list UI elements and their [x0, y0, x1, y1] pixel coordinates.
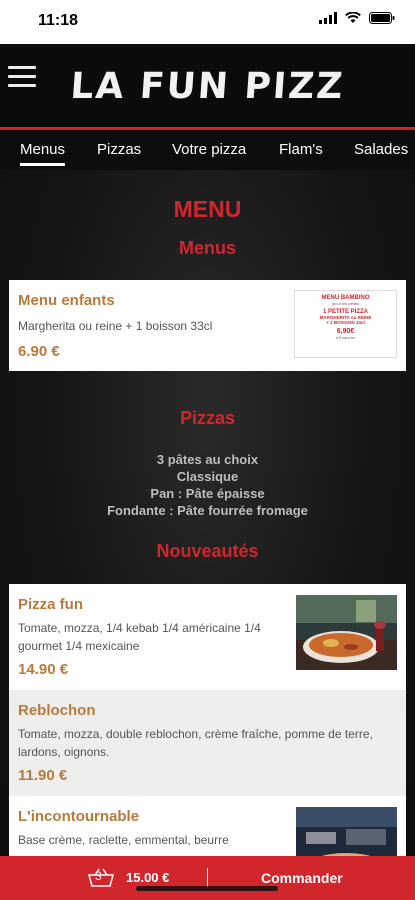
- tab-menus[interactable]: Menus: [20, 141, 66, 166]
- info-line: Pan : Pâte épaisse: [150, 486, 265, 501]
- product-price: 11.90 €: [18, 767, 68, 784]
- tab-votre-pizza[interactable]: Votre pizza: [172, 141, 246, 158]
- cart-total: 15.00 €: [126, 870, 170, 885]
- product-description: Tomate, mozza, double reblochon, crème f…: [18, 727, 373, 759]
- info-line: Fondante : Pâte fourrée fromage: [107, 503, 308, 518]
- category-tabs: Menus Pizzas Votre pizza Flam's Salades: [0, 130, 415, 170]
- page-title: MENU: [173, 196, 242, 222]
- product-card[interactable]: Menu enfants Margherita ou reine + 1 boi…: [9, 280, 406, 371]
- bar-divider: [207, 868, 208, 888]
- order-button[interactable]: Commander: [261, 870, 343, 886]
- info-line: 3 pâtes au choix: [156, 452, 259, 467]
- product-price: 6.90 €: [18, 343, 60, 360]
- tab-pizzas[interactable]: Pizzas: [97, 141, 141, 158]
- tab-salades[interactable]: Salades: [354, 141, 408, 158]
- pizza-info: 3 pâtes au choix Classique Pan : Pâte ép…: [0, 451, 415, 519]
- product-name: L'incontournable: [18, 808, 140, 825]
- product-image-pizza-fun: [296, 595, 397, 670]
- status-icons: [319, 12, 395, 24]
- product-price: 14.90 €: [18, 661, 69, 678]
- product-image-menu-bambino: MENU BAMBINO (pour les petits) 1 PETITE …: [294, 290, 397, 358]
- section-title-nouveautes: Nouveautés: [156, 541, 259, 561]
- product-name: Pizza fun: [18, 596, 84, 613]
- tab-flams[interactable]: Flam's: [279, 141, 323, 158]
- status-bar: 11:18: [0, 0, 415, 44]
- battery-icon: [369, 12, 395, 24]
- section-title-pizzas: Pizzas: [179, 408, 236, 428]
- product-description: Base crème, raclette, emmental, beurre: [18, 833, 229, 847]
- product-name: Menu enfants: [18, 292, 115, 309]
- wifi-icon: [345, 12, 361, 23]
- product-image-incontournable: [296, 807, 397, 856]
- product-description: Tomate, mozza, 1/4 kebab 1/4 américaine …: [18, 621, 261, 653]
- product-name: Reblochon: [18, 702, 96, 719]
- section-title-menus: Menus: [178, 238, 236, 258]
- cart-bar[interactable]: 3 15.00 € Commander: [0, 856, 415, 900]
- signal-icon: [319, 12, 337, 24]
- info-line: Classique: [176, 469, 239, 484]
- home-indicator: [136, 886, 278, 891]
- product-card[interactable]: Pizza fun Tomate, mozza, 1/4 kebab 1/4 a…: [9, 584, 406, 690]
- product-card[interactable]: Reblochon Tomate, mozza, double reblocho…: [9, 690, 406, 796]
- product-description: Margherita ou reine + 1 boisson 33cl: [18, 319, 213, 333]
- menu-content[interactable]: MENU Menus Menu enfants Margherita ou re…: [0, 170, 415, 856]
- status-time: 11:18: [38, 12, 79, 29]
- cart-count: 3: [95, 869, 102, 883]
- app-header: LA FUN PIZZ: [0, 44, 415, 128]
- app-logo: LA FUN PIZZ: [69, 66, 346, 107]
- product-card[interactable]: L'incontournable Base crème, raclette, e…: [9, 796, 406, 856]
